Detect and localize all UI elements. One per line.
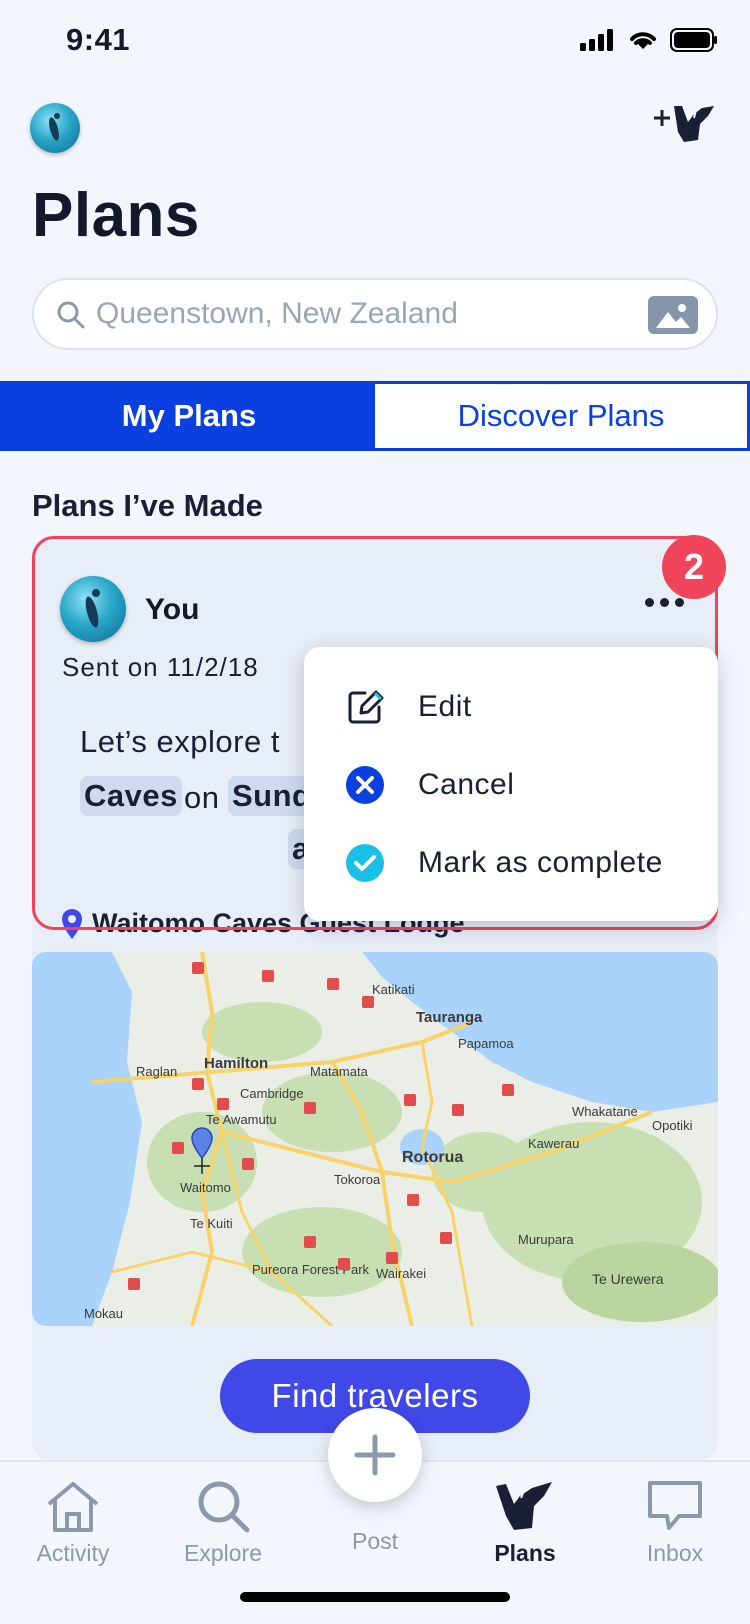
map-label-wairakei: Wairakei (376, 1266, 426, 1281)
map-label-murupara: Murupara (518, 1232, 574, 1247)
menu-item-label: Edit (418, 690, 472, 723)
shaka-icon (496, 1482, 552, 1530)
map-label-te-kuiti: Te Kuiti (190, 1216, 233, 1231)
search-input[interactable] (96, 280, 616, 348)
plans-tabs: My Plans Discover Plans (0, 381, 750, 451)
map-label-raglan: Raglan (136, 1064, 177, 1079)
signal-icon (580, 29, 613, 51)
map-label-hamilton: Hamilton (204, 1055, 268, 1072)
map-label-rotorua: Rotorua (402, 1149, 463, 1166)
map-label-papamoa: Papamoa (458, 1036, 514, 1051)
map-label-matamata: Matamata (310, 1064, 369, 1079)
battery-icon (670, 28, 717, 52)
section-title: Plans I’ve Made (32, 488, 263, 523)
menu-item-label: Cancel (418, 768, 515, 801)
map-label-katikati: Katikati (372, 982, 415, 997)
nav-label: Activity (36, 1540, 110, 1566)
wifi-icon (630, 32, 656, 49)
menu-item-label: Mark as complete (418, 846, 663, 879)
map-label-tauranga: Tauranga (416, 1009, 483, 1026)
map-label-te-urewera: Te Urewera (592, 1271, 664, 1287)
add-shaka-icon (654, 106, 714, 142)
cancel-icon (344, 764, 386, 806)
search-icon (198, 1481, 250, 1533)
map-label-te-awamutu: Te Awamutu (206, 1112, 277, 1127)
image-search-icon[interactable] (648, 296, 698, 334)
search-icon (57, 301, 85, 329)
search-bar[interactable] (32, 278, 718, 350)
post-button[interactable] (328, 1408, 422, 1502)
home-icon (47, 1482, 99, 1532)
map-label-kawerau: Kawerau (528, 1136, 579, 1151)
nav-plans[interactable]: Plans (460, 1478, 590, 1567)
menu-item-edit[interactable]: Edit (304, 667, 718, 747)
status-icons (580, 28, 718, 52)
page-title: Plans (32, 181, 200, 250)
avatar-photo (49, 113, 60, 141)
chat-icon (648, 1481, 702, 1530)
plan-map[interactable]: Hamilton Raglan Cambridge Matamata Te Aw… (32, 952, 718, 1326)
home-indicator (240, 1592, 510, 1602)
map-label-tokoroa: Tokoroa (334, 1172, 381, 1187)
tab-my-plans[interactable]: My Plans (3, 384, 375, 448)
map-label-cambridge: Cambridge (240, 1086, 304, 1101)
nav-explore[interactable]: Explore (158, 1478, 288, 1567)
menu-item-complete[interactable]: Mark as complete (304, 823, 718, 903)
map-image: Hamilton Raglan Cambridge Matamata Te Aw… (32, 952, 718, 1326)
map-label-whakatane: Whakatane (572, 1104, 638, 1119)
notification-badge: 2 (662, 535, 726, 599)
avatar[interactable] (30, 103, 80, 153)
nav-inbox[interactable]: Inbox (610, 1478, 740, 1567)
nav-post-label: Post (351, 1528, 399, 1554)
map-label-waitomo: Waitomo (180, 1180, 231, 1195)
map-label-opotiki: Opotiki (652, 1118, 693, 1133)
plus-icon (354, 1434, 396, 1476)
nav-label: Plans (494, 1540, 556, 1566)
map-label-pureora: Pureora Forest Park (252, 1262, 370, 1277)
plan-options-menu: Edit Cancel Mark as complete (304, 647, 718, 921)
menu-item-cancel[interactable]: Cancel (304, 745, 718, 825)
add-plan-button[interactable] (648, 100, 718, 146)
map-label-mokau: Mokau (84, 1306, 123, 1321)
nav-label: Explore (184, 1540, 262, 1566)
check-icon (344, 842, 386, 884)
nav-label: Inbox (646, 1540, 704, 1566)
status-time: 9:41 (66, 22, 131, 57)
tab-discover-plans[interactable]: Discover Plans (375, 384, 747, 448)
nav-activity[interactable]: Activity (8, 1478, 138, 1567)
edit-icon (344, 686, 386, 728)
